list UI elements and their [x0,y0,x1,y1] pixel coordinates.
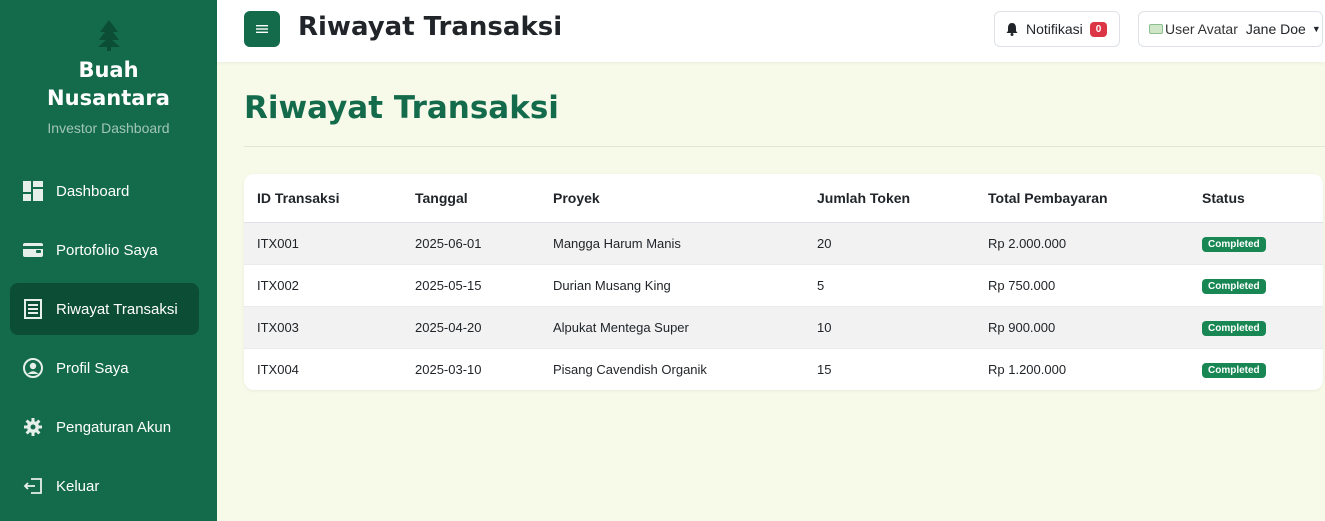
sidebar-item-pengaturan[interactable]: Pengaturan Akun [10,401,199,453]
user-circle-icon [22,357,44,379]
cell-project: Alpukat Mentega Super [540,306,804,349]
transactions-card: ID Transaksi Tanggal Proyek Jumlah Token… [244,174,1323,390]
sidebar-item-label: Pengaturan Akun [56,418,172,436]
tree-logo-icon [97,20,120,51]
hamburger-icon [256,25,268,33]
wallet-icon [22,239,44,261]
cell-total-payment: Rp 750.000 [975,264,1189,307]
notifications-button[interactable]: Notifikasi 0 [994,11,1120,47]
status-badge: Completed [1202,362,1266,378]
brand-name: Buah Nusantara [0,56,217,112]
column-header[interactable]: Status [1189,174,1323,223]
table-row: ITX002 2025-05-15 Durian Musang King 5 R… [244,264,1323,307]
cell-date: 2025-05-15 [402,264,540,307]
sidebar-item-keluar[interactable]: Keluar [10,460,199,512]
dashboard-icon [22,180,44,202]
user-name: Jane Doe [1245,21,1306,37]
column-header[interactable]: Total Pembayaran [975,174,1189,223]
table-header-row: ID Transaksi Tanggal Proyek Jumlah Token… [244,174,1323,223]
notifications-label: Notifikasi [1026,21,1083,37]
table-row: ITX003 2025-04-20 Alpukat Mentega Super … [244,306,1323,349]
sidebar-item-riwayat-transaksi[interactable]: Riwayat Transaksi [10,283,199,335]
notification-count-badge: 0 [1089,21,1108,37]
table-row: ITX004 2025-03-10 Pisang Cavendish Organ… [244,348,1323,390]
column-header[interactable]: Jumlah Token [804,174,975,223]
sidebar-item-portofolio[interactable]: Portofolio Saya [10,224,199,276]
sidebar-item-dashboard[interactable]: Dashboard [10,165,199,217]
cell-date: 2025-06-01 [402,222,540,265]
brand-name-line1: Buah [78,58,139,82]
cell-date: 2025-04-20 [402,306,540,349]
cell-project: Pisang Cavendish Organik [553,361,707,377]
cell-total-payment: Rp 2.000.000 [975,222,1189,265]
transactions-table: ID Transaksi Tanggal Proyek Jumlah Token… [244,174,1323,390]
receipt-icon [22,298,44,320]
cell-status: Completed [1189,222,1323,265]
sidebar: Buah Nusantara Investor Dashboard Dashbo… [0,0,217,521]
column-header[interactable]: Proyek [540,174,804,223]
table-row: ITX001 2025-06-01 Mangga Harum Manis 20 … [244,222,1323,265]
menu-toggle-button[interactable] [244,11,280,47]
cell-token-amount: 5 [804,264,975,307]
cell-status: Completed [1189,348,1323,390]
user-menu-button[interactable]: User Avatar Jane Doe ▼ [1138,11,1323,47]
sidebar-item-label: Keluar [56,477,100,495]
sidebar-nav: Dashboard Portofolio Saya Riwayat Transa… [10,165,199,519]
sidebar-item-label: Portofolio Saya [56,241,158,259]
broken-image-icon [1149,24,1163,34]
cell-token-amount: 20 [804,222,975,265]
sidebar-item-label: Dashboard [56,182,130,200]
page-title: Riwayat Transaksi [244,90,559,126]
column-header[interactable]: Tanggal [402,174,540,223]
cell-transaction-id: ITX001 [244,222,402,265]
cell-total-payment: Rp 1.200.000 [988,361,1067,377]
cell-status: Completed [1189,264,1323,307]
sidebar-item-label: Profil Saya [56,359,129,377]
topbar: Riwayat Transaksi Notifikasi 0 User Avat… [217,0,1325,62]
status-badge: Completed [1202,278,1266,294]
status-badge: Completed [1202,236,1266,252]
divider [244,146,1325,147]
cell-token-amount: 10 [804,306,975,349]
logout-icon [22,475,44,497]
avatar-alt-text: User Avatar [1165,21,1238,37]
cell-status: Completed [1189,306,1323,349]
cell-token-amount: 15 [817,361,832,377]
status-badge: Completed [1202,320,1266,336]
column-header[interactable]: ID Transaksi [244,174,402,223]
cell-total-payment: Rp 900.000 [975,306,1189,349]
cell-transaction-id: ITX004 [257,361,299,377]
cell-project: Mangga Harum Manis [540,222,804,265]
brand-subtitle: Investor Dashboard [47,120,170,136]
cell-date: 2025-03-10 [415,361,482,377]
cell-transaction-id: ITX002 [244,264,402,307]
caret-down-icon: ▼ [1311,24,1321,34]
sidebar-item-label: Riwayat Transaksi [56,300,178,318]
sidebar-item-profil[interactable]: Profil Saya [10,342,199,394]
cell-project: Durian Musang King [540,264,804,307]
cell-transaction-id: ITX003 [244,306,402,349]
avatar: User Avatar [1149,21,1238,37]
brand: Buah Nusantara Investor Dashboard [0,0,217,136]
brand-name-line2: Nusantara [47,86,170,110]
bell-icon [1006,23,1018,36]
topbar-title: Riwayat Transaksi [298,12,563,42]
gear-icon [22,416,44,438]
